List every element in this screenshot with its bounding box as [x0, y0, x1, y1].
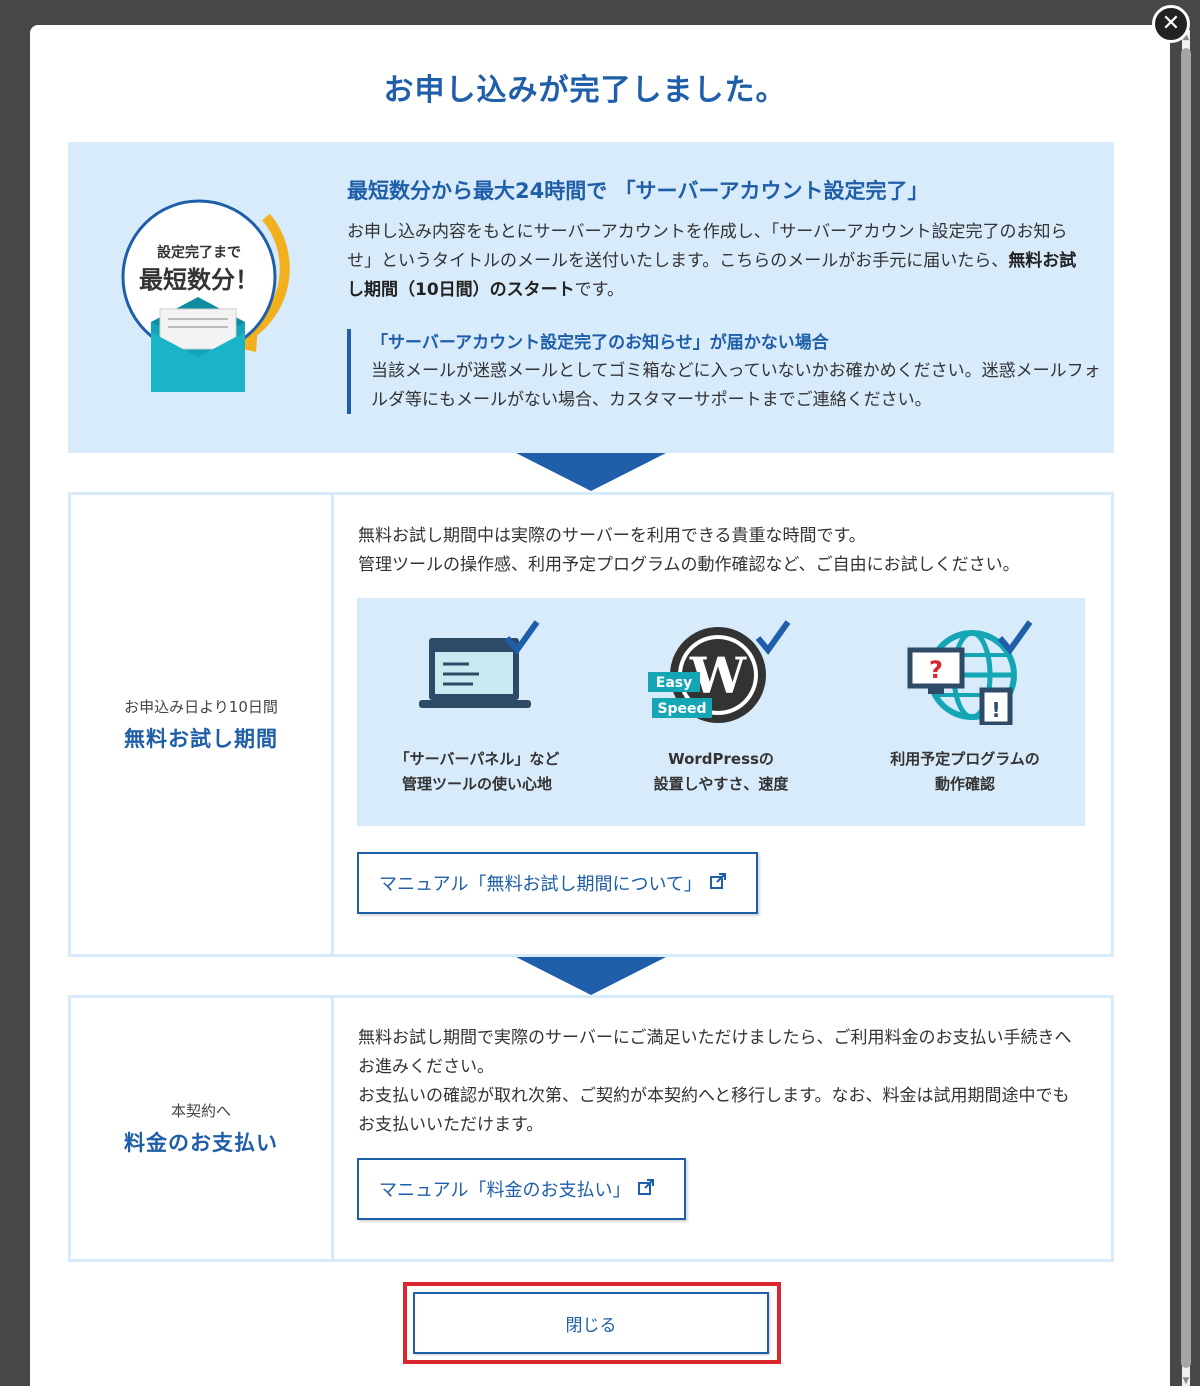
step-text-line1: 無料お試し期間中は実際のサーバーを利用できる貴重な時間です。 [358, 526, 866, 546]
manual-button-label: マニュアル「料金のお支払い」 [379, 1180, 631, 1201]
external-link-icon [638, 1178, 655, 1200]
step-arrow [516, 957, 666, 995]
step-title: 無料お試し期間 [124, 727, 278, 751]
svg-text:?: ? [929, 656, 943, 684]
svg-text:!: ! [991, 698, 1000, 722]
feature-item: W Easy Speed WordPressの 設置しやすさ、速度 [601, 620, 841, 797]
feature-item: ? ! 利用予定プログラムの 動作確認 [845, 620, 1085, 797]
manual-payment-button[interactable]: マニュアル「料金のお支払い」 [357, 1158, 687, 1220]
hero-body: お申し込み内容をもとにサーバーアカウントを作成し、「サーバーアカウント設定完了の… [347, 218, 1092, 305]
step-sub: お申込み日より10日間 [124, 698, 278, 716]
hero-note: 「サーバーアカウント設定完了のお知らせ」が届かない場合 当該メールが迷惑メールと… [347, 329, 1102, 414]
wordpress-check-icon: W Easy Speed [648, 620, 791, 723]
speed-tag: Speed [657, 701, 706, 717]
close-icon: ✕ [1161, 11, 1181, 36]
hero-note-text: 当該メールが迷惑メールとしてゴミ箱などに入っていないかお確かめください。迷惑メー… [371, 361, 1101, 410]
feature-label-line2: 設置しやすさ、速度 [653, 775, 789, 793]
envelope-badge-icon: 設定完了まで 最短数分！ [116, 197, 296, 402]
external-link-icon [709, 872, 726, 894]
feature-label: 利用予定プログラムの 動作確認 [845, 747, 1085, 797]
step-label: 本契約へ 料金のお支払い [71, 998, 334, 1259]
feature-label-line1: WordPressの [668, 750, 774, 768]
scroll-down-icon[interactable]: ▼ [1180, 1376, 1192, 1386]
scroll-thumb[interactable] [1181, 48, 1191, 1368]
feature-label-line1: 利用予定プログラムの [890, 750, 1040, 768]
step-label: お申込み日より10日間 無料お試し期間 [71, 495, 334, 954]
step-arrow [516, 453, 666, 491]
step-title: 料金のお支払い [124, 1131, 278, 1155]
modal-title: お申し込みが完了しました。 [383, 73, 787, 108]
feature-label-line2: 動作確認 [934, 775, 995, 793]
step-free-trial: お申込み日より10日間 無料お試し期間 無料お試し期間中は実際のサーバーを利用で… [68, 492, 1114, 957]
modal-close-icon[interactable]: ✕ [1152, 5, 1190, 43]
step-text-line2: 管理ツールの操作感、利用予定プログラムの動作確認など、ご自由にお試しください。 [358, 555, 1020, 575]
feature-label: 「サーバーパネル」など 管理ツールの使い心地 [357, 747, 597, 797]
feature-label: WordPressの 設置しやすさ、速度 [601, 747, 841, 797]
step-text-line1: 無料お試し期間で実際のサーバーにご満足いただけましたら、ご利用料金のお支払い手続… [358, 1028, 1072, 1077]
step-sub: 本契約へ [170, 1102, 231, 1120]
hero-heading: 最短数分から最大24時間で 「サーバーアカウント設定完了」 [347, 179, 929, 203]
feature-label-line2: 管理ツールの使い心地 [401, 775, 552, 793]
badge-line2: 最短数分！ [139, 266, 259, 294]
close-button[interactable]: 閉じる [413, 1292, 769, 1354]
laptop-check-icon [419, 620, 540, 708]
step-payment: 本契約へ 料金のお支払い 無料お試し期間で実際のサーバーにご満足いただけましたら… [68, 995, 1114, 1262]
manual-button-label: マニュアル「無料お試し期間について」 [379, 874, 702, 895]
hero-body-text: お申し込み内容をもとにサーバーアカウントを作成し、「サーバーアカウント設定完了の… [347, 222, 1068, 271]
step-text: 無料お試し期間で実際のサーバーにご満足いただけましたら、ご利用料金のお支払い手続… [358, 1024, 1078, 1140]
easy-tag: Easy [656, 675, 692, 691]
completion-modal: お申し込みが完了しました。 設定完了まで 最短数分！ 最短数分から最大24時間で… [30, 25, 1170, 1386]
hero-panel: 設定完了まで 最短数分！ 最短数分から最大24時間で 「サーバーアカウント設定完… [68, 142, 1114, 453]
feature-label-line1: 「サーバーパネル」など [394, 750, 560, 768]
feature-item: 「サーバーパネル」など 管理ツールの使い心地 [357, 620, 597, 797]
badge-line1: 設定完了まで [157, 244, 241, 261]
step-text: 無料お試し期間中は実際のサーバーを利用できる貴重な時間です。 管理ツールの操作感… [358, 522, 1078, 580]
step-text-line2: お支払いの確認が取れ次第、ご契約が本契約へと移行します。なお、料金は試用期間途中… [358, 1086, 1070, 1135]
manual-free-trial-button[interactable]: マニュアル「無料お試し期間について」 [357, 852, 758, 914]
features-panel: 「サーバーパネル」など 管理ツールの使い心地 W Easy Speed WordP… [357, 598, 1085, 826]
hero-note-title: 「サーバーアカウント設定完了のお知らせ」が届かない場合 [371, 333, 829, 353]
hero-body-tail: です。 [574, 280, 624, 300]
modal-scrollbar[interactable]: ▲ ▼ [1180, 30, 1192, 1386]
globe-devices-check-icon: ? ! [907, 620, 1033, 725]
